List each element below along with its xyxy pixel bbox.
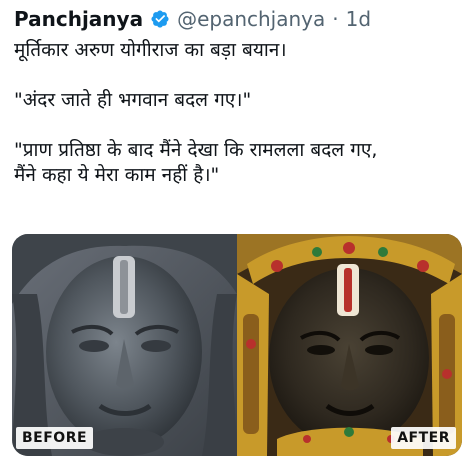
tweet-media[interactable]: BEFORE AFTER xyxy=(12,234,462,456)
tweet-text: मूर्तिकार अरुण योगीराज का बड़ा बयान। "अं… xyxy=(14,38,466,188)
timestamp[interactable]: 1d xyxy=(346,6,371,32)
after-label: AFTER xyxy=(391,427,456,449)
verified-badge-icon xyxy=(151,10,169,28)
after-image[interactable]: AFTER xyxy=(237,234,462,456)
before-image[interactable]: BEFORE xyxy=(12,234,237,456)
tweet-line: "प्राण प्रतिष्ठा के बाद मैंने देखा कि रा… xyxy=(14,139,378,161)
author-name[interactable]: Panchjanya xyxy=(14,6,143,32)
author-handle[interactable]: @epanchjanya xyxy=(177,6,325,32)
adorned-deity-image xyxy=(237,234,462,456)
tweet-header: Panchjanya @epanchjanya · 1d xyxy=(14,6,371,32)
tweet-line: "अंदर जाते ही भगवान बदल गए।" xyxy=(14,89,252,111)
tweet-line: मूर्तिकार अरुण योगीराज का बड़ा बयान। xyxy=(14,39,287,61)
separator-dot: · xyxy=(332,7,339,31)
tweet-line: मैंने कहा ये मेरा काम नहीं है।" xyxy=(14,164,220,186)
stone-statue-image xyxy=(12,234,237,456)
before-label: BEFORE xyxy=(16,427,94,449)
